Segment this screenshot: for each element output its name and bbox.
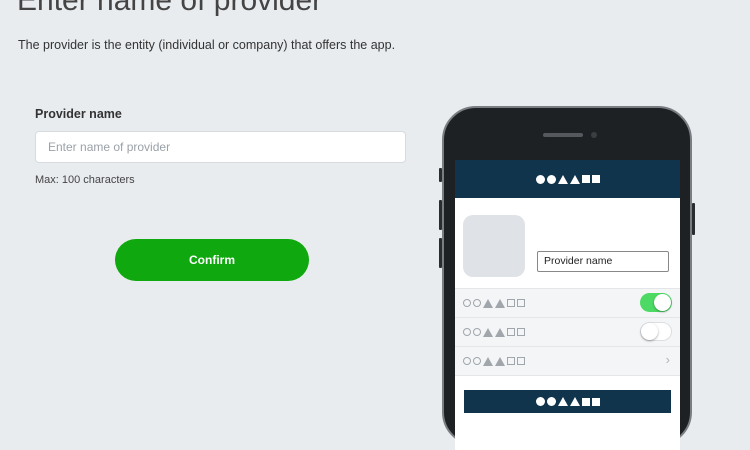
- phone-mute-switch: [439, 168, 442, 182]
- app-icon-placeholder: [463, 215, 525, 277]
- placeholder-text-icon: [463, 327, 525, 337]
- preview-row: ›: [455, 346, 680, 375]
- chevron-right-icon: ›: [665, 352, 670, 367]
- page-description: The provider is the entity (individual o…: [18, 38, 396, 52]
- provider-name-label: Provider name: [35, 107, 122, 121]
- preview-row: [455, 288, 680, 317]
- toggle-off-icon: [640, 322, 672, 341]
- phone-camera: [591, 132, 597, 138]
- phone-volume-up: [439, 200, 442, 230]
- phone-screen: Provider name ›: [455, 160, 680, 450]
- placeholder-text-icon: [463, 356, 525, 366]
- preview-bottom-bar: [464, 390, 671, 413]
- character-limit-hint: Max: 100 characters: [35, 174, 135, 186]
- provider-name-input[interactable]: [35, 131, 406, 163]
- phone-speaker: [543, 133, 583, 137]
- preview-provider-name: Provider name: [537, 251, 669, 272]
- preview-row: [455, 317, 680, 346]
- confirm-button[interactable]: Confirm: [115, 239, 309, 281]
- phone-preview: Provider name ›: [439, 106, 695, 450]
- phone-power-button: [692, 203, 695, 235]
- page-title: Enter name of provider: [17, 0, 323, 17]
- placeholder-text-icon: [463, 298, 525, 308]
- placeholder-logo-icon: [535, 174, 600, 184]
- toggle-on-icon: [640, 293, 672, 312]
- placeholder-logo-icon: [535, 397, 600, 406]
- preview-profile: Provider name: [455, 198, 680, 288]
- preview-footer: [455, 375, 680, 450]
- phone-volume-down: [439, 238, 442, 268]
- preview-header: [455, 160, 680, 198]
